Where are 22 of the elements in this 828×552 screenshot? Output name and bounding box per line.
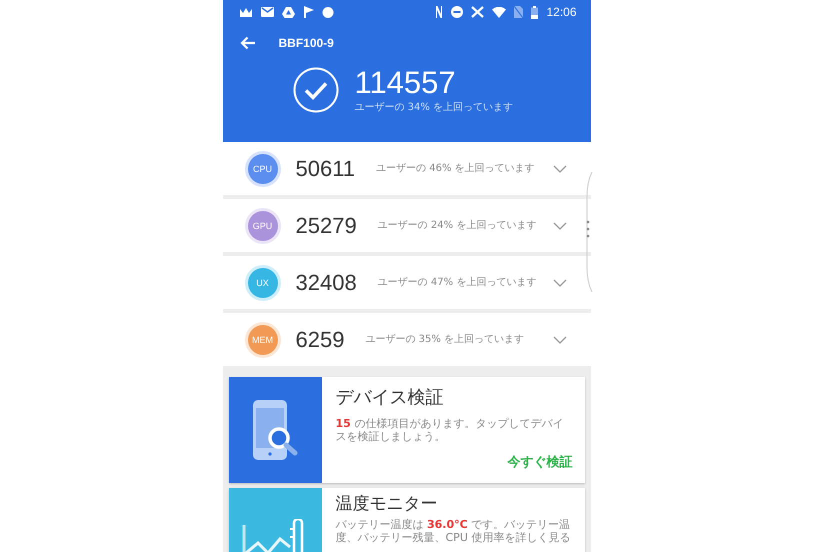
- category-caption: ユーザーの 46% を上回っています: [376, 162, 536, 174]
- category-badge: GPU: [248, 210, 278, 240]
- device-title: BBF100-9: [278, 36, 334, 50]
- category-score: 32408: [296, 270, 357, 296]
- category-score: 50611: [296, 156, 356, 182]
- feature-card[interactable]: 温度モニター バッテリー温度は 36.0°C です。バッテリー温度、バッテリー残量、CPU 使用率を詳しく見る: [228, 488, 584, 552]
- category-score: 25279: [296, 212, 357, 238]
- status-time: 12:06: [546, 5, 576, 19]
- category-caption: ユーザーの 47% を上回っています: [378, 276, 538, 288]
- category-badge: CPU: [248, 154, 278, 184]
- category-caption: ユーザーの 24% を上回っています: [378, 220, 538, 232]
- feature-card[interactable]: デバイス検証 15 の仕様項目があります。タップしてデバイスを検証しましょう。 今すぐ検証: [228, 377, 584, 483]
- category-caption: ユーザーの 35% を上回っています: [365, 334, 526, 346]
- category-badge: UX: [248, 268, 278, 298]
- card-description: 15 の仕様項目があります。タップしてデバイスを検証しましょう。: [336, 417, 564, 443]
- card-title: デバイス検証: [336, 386, 444, 409]
- category-badge: MEM: [248, 324, 278, 354]
- category-score: 6259: [296, 326, 344, 352]
- total-score: 114557: [354, 66, 457, 100]
- total-caption: ユーザーの 34% を上回っています: [354, 100, 514, 114]
- card-description: バッテリー温度は 36.0°C です。バッテリー温度、バッテリー残量、CPU 使用率を詳しく見る: [336, 518, 572, 544]
- card-title: 温度モニター: [336, 493, 438, 515]
